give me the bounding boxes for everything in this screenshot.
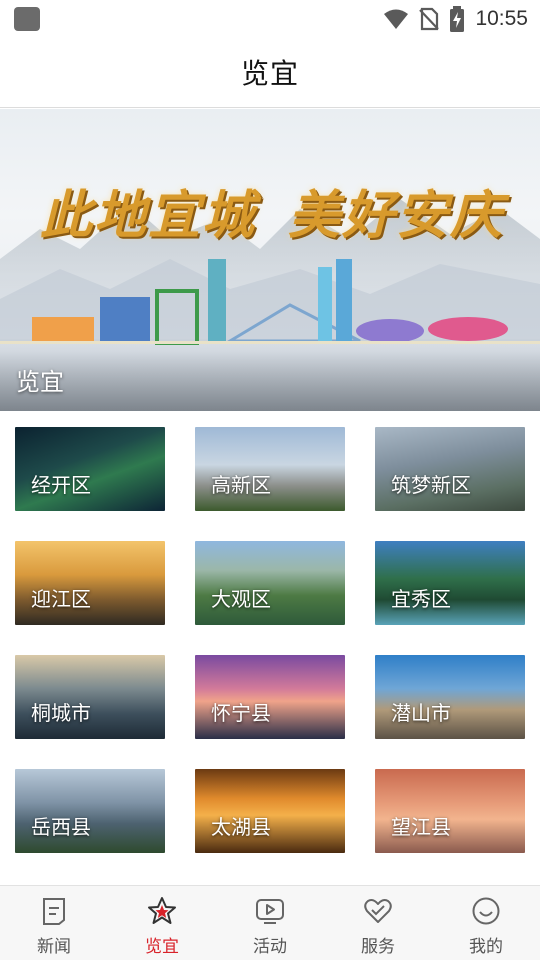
district-tile[interactable]: 宜秀区 xyxy=(375,541,525,625)
tab-activity[interactable]: 活动 xyxy=(216,886,324,960)
district-tile[interactable]: 筑梦新区 xyxy=(375,427,525,511)
page-title: 览宜 xyxy=(240,57,299,90)
app-icon xyxy=(14,7,40,31)
district-tile[interactable]: 怀宁县 xyxy=(195,655,345,739)
status-time: 10:55 xyxy=(475,7,528,30)
status-icons: 10:55 xyxy=(383,6,528,32)
district-label: 桐城市 xyxy=(31,701,91,725)
district-tile[interactable]: 岳西县 xyxy=(15,769,165,853)
district-tile[interactable]: 经开区 xyxy=(15,427,165,511)
tab-news-label: 新闻 xyxy=(37,937,71,957)
banner-caption-bar: 览宜 xyxy=(0,351,540,411)
district-label: 怀宁县 xyxy=(211,701,271,725)
bottom-nav: 新闻 览宜 活动 服务 我的 xyxy=(0,885,540,960)
tab-service-label: 服务 xyxy=(361,937,395,957)
tab-mine[interactable]: 我的 xyxy=(432,886,540,960)
district-tile[interactable]: 迎江区 xyxy=(15,541,165,625)
banner[interactable]: 此地宜城 美好安庆 览宜 xyxy=(0,109,540,411)
banner-caption: 览宜 xyxy=(16,368,64,396)
district-label: 筑梦新区 xyxy=(391,473,471,497)
tab-activity-label: 活动 xyxy=(253,937,287,957)
district-label: 宜秀区 xyxy=(391,587,451,611)
district-label: 经开区 xyxy=(31,473,91,497)
wifi-icon xyxy=(384,9,409,29)
district-label: 迎江区 xyxy=(31,587,91,611)
play-icon xyxy=(256,899,284,924)
district-label: 高新区 xyxy=(211,473,271,497)
star-icon xyxy=(148,897,176,924)
banner-slogan-right: 美好安庆 xyxy=(288,185,505,246)
heart-service-icon xyxy=(364,899,392,923)
status-bar: 10:55 xyxy=(0,0,540,38)
news-icon xyxy=(43,898,65,925)
district-label: 潜山市 xyxy=(391,701,451,725)
tab-lanyi[interactable]: 览宜 xyxy=(108,886,216,960)
district-label: 太湖县 xyxy=(211,815,271,839)
title-bar: 览宜 xyxy=(0,38,540,108)
battery-charging-icon xyxy=(450,6,465,32)
district-tile[interactable]: 桐城市 xyxy=(15,655,165,739)
tab-news[interactable]: 新闻 xyxy=(0,886,108,960)
district-tile[interactable]: 太湖县 xyxy=(195,769,345,853)
district-label: 大观区 xyxy=(211,587,271,611)
no-sim-icon xyxy=(419,7,440,31)
district-tile[interactable]: 望江县 xyxy=(375,769,525,853)
tab-lanyi-label: 览宜 xyxy=(145,937,179,957)
tab-service[interactable]: 服务 xyxy=(324,886,432,960)
district-tile[interactable]: 大观区 xyxy=(195,541,345,625)
district-label: 望江县 xyxy=(391,815,451,839)
tab-mine-label: 我的 xyxy=(469,937,503,957)
smile-icon xyxy=(472,897,500,925)
district-tile[interactable]: 高新区 xyxy=(195,427,345,511)
banner-slogan-left: 此地宜城 xyxy=(40,185,257,246)
district-tile[interactable]: 潜山市 xyxy=(375,655,525,739)
district-label: 岳西县 xyxy=(31,815,91,839)
